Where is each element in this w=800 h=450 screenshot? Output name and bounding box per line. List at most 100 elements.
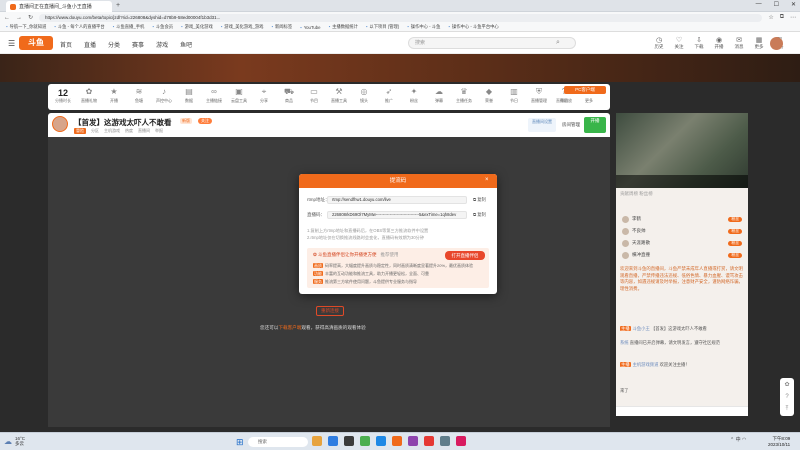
toolbar-item[interactable]: ⚒ 直播工具 (328, 87, 350, 104)
edge-icon[interactable] (328, 436, 338, 446)
go-live-button[interactable]: 开播 (584, 117, 606, 133)
bookmark-item[interactable]: 以下项目 (管理) (366, 24, 399, 30)
open-companion-button[interactable]: 打开直播伴侣 (445, 251, 485, 260)
nav-item[interactable]: 直播 (84, 40, 96, 49)
close-window-icon[interactable]: ✕ (791, 1, 796, 8)
start-icon[interactable]: ⊞ (236, 437, 244, 448)
help-icon[interactable]: ? (785, 394, 788, 400)
bookmark-item[interactable]: 操作中心 - 斗鱼平台中心 (448, 24, 499, 30)
rank-item[interactable]: 不良帅 粉丝 (622, 226, 742, 236)
toolbar-item[interactable]: ♪ 声控中心 (153, 87, 175, 104)
follow-badge[interactable]: 关注 (198, 118, 212, 124)
browser-tab[interactable]: 直播间正在直播间_斗鱼小王直播 (6, 1, 112, 12)
chat-input[interactable] (616, 406, 748, 416)
stream-meta-item[interactable]: 热度 (125, 128, 133, 134)
reload-icon[interactable]: ↻ (28, 14, 33, 21)
back-icon[interactable]: ← (4, 15, 10, 21)
app-icon[interactable] (456, 436, 466, 446)
nav-item[interactable]: 游戏 (156, 40, 168, 49)
forward-icon[interactable]: → (16, 15, 22, 21)
live-button[interactable]: ◉ 开播 (712, 36, 726, 50)
edit-badge[interactable]: 新版 (180, 118, 192, 124)
rank-item[interactable]: 李鹤 粉丝 (622, 214, 742, 224)
download-button[interactable]: ⇩ 下载 (692, 36, 706, 50)
rank-header[interactable]: 贡献周榜 粉丝榜 (620, 191, 653, 197)
stream-key-field[interactable]: 226808rkD69Ol7MyMw----------------------… (327, 211, 467, 219)
stream-meta-item[interactable]: 分区 (91, 128, 99, 134)
bookmark-item[interactable]: 游戏_美化游戏_游戏 (221, 24, 263, 30)
search-icon[interactable]: ⌕ (556, 39, 560, 47)
bookmark-item[interactable]: YouTube (300, 25, 321, 30)
settings-icon[interactable] (440, 436, 450, 446)
nav-item[interactable]: 赛事 (132, 40, 144, 49)
close-icon[interactable]: × (485, 177, 489, 183)
extensions-icon[interactable]: ⧉ (780, 14, 784, 21)
minimize-icon[interactable]: — (756, 1, 762, 8)
bookmark-item[interactable]: 新闻标签 (271, 24, 292, 30)
stream-meta-item[interactable]: 举报 (155, 128, 163, 134)
toolbar-item[interactable]: ⛟ 商品 (278, 87, 300, 104)
follow-button[interactable]: ♡ 关注 (672, 36, 686, 50)
room-manage-button[interactable]: 房间管理 (560, 118, 582, 132)
weather-widget[interactable]: ☁ 16°C 多云 (4, 436, 25, 446)
streamer-avatar[interactable] (52, 116, 68, 132)
maximize-icon[interactable]: ☐ (774, 1, 779, 8)
toolbar-item[interactable]: ⌖ 分享 (253, 87, 275, 104)
bookmark-item[interactable]: 斗鱼会员 (152, 24, 173, 30)
explorer-icon[interactable] (312, 436, 322, 446)
nav-item[interactable]: 首页 (60, 40, 72, 49)
toolbar-item[interactable]: ★ 开播 (103, 87, 125, 104)
system-tray[interactable]: ⌃ 中 ◠ (730, 436, 746, 443)
wifi-icon[interactable]: ◠ (742, 437, 746, 443)
back-to-top-icon[interactable]: ⤒ (786, 406, 789, 413)
chat-user[interactable]: 主机游戏频道 (633, 362, 659, 367)
bookmark-item[interactable]: 主播数据统计 (329, 24, 358, 30)
copy-key-button[interactable]: ⧉ 复制 (473, 212, 486, 218)
chevron-up-icon[interactable]: ⌃ (730, 437, 734, 443)
clock[interactable]: 下午8:09 2023/10/11 (768, 436, 790, 447)
chat-user[interactable]: 斗鱼小王 (633, 326, 650, 331)
rank-item[interactable]: 天涯路散 粉丝 (622, 238, 742, 248)
bookmark-item[interactable]: 游戏_美化游戏 (181, 24, 213, 30)
hamburger-icon[interactable]: ☰ (8, 39, 15, 48)
room-settings-button[interactable]: 直播间设置 (528, 118, 556, 132)
toolbar-item[interactable]: ♛ 主播任务 (453, 87, 475, 104)
chat-user[interactable]: 系统 (620, 340, 629, 345)
download-client-link[interactable]: 下载客户端 (278, 325, 301, 330)
toolbar-item[interactable]: ▥ 节日 (503, 87, 525, 104)
bookmark-item[interactable]: 斗鱼直播_手机 (113, 24, 144, 30)
toolbar-item[interactable]: ◆ 荣誉 (478, 87, 500, 104)
toolbar-item[interactable]: ➶ 推广 (378, 87, 400, 104)
nav-item[interactable]: 鱼吧 (180, 40, 192, 49)
replay-link[interactable]: 直播回放 (556, 98, 572, 104)
terminal-icon[interactable] (344, 436, 354, 446)
url-input[interactable]: https://www.douyu.com/beta/topic/jzdl?ri… (39, 13, 763, 22)
bookmark-item[interactable]: 导航一下_你就知道 (6, 24, 47, 30)
rank-item[interactable]: 横冲直撞 粉丝 (622, 250, 742, 260)
stream-meta-item[interactable]: 主机游戏 (104, 128, 120, 134)
nav-item[interactable]: 分类 (108, 40, 120, 49)
bookmark-item[interactable]: 斗鱼 - 每个人的直播平台 (54, 24, 105, 30)
star-icon[interactable]: ☆ (768, 14, 773, 21)
obs-icon[interactable] (424, 436, 434, 446)
grid-button[interactable]: ▦ 更多 (752, 36, 766, 50)
toolbar-item[interactable]: ⛨ 直播管理 (528, 87, 550, 104)
menu-dots-icon[interactable]: ⋯ (790, 14, 796, 21)
site-logo[interactable]: 斗鱼 (19, 36, 53, 50)
history-button[interactable]: ◷ 历史 (652, 36, 666, 50)
rtmp-field[interactable]: rtmp://sendfhw1.douyu.com/live (327, 196, 467, 204)
avatar[interactable] (770, 37, 783, 50)
pc-client-button[interactable]: PC客户端 (564, 86, 606, 94)
toolbar-item[interactable]: ▣ 云盘工具 (228, 87, 250, 104)
toolbar-item[interactable]: ≋ 鱼塘 (128, 87, 150, 104)
media-icon[interactable] (408, 436, 418, 446)
ime-indicator[interactable]: 中 (736, 437, 741, 443)
toolbar-item[interactable]: ✦ 粉丝 (403, 87, 425, 104)
reconnect-button[interactable]: 重新连接 (316, 306, 344, 316)
new-tab-icon[interactable]: + (116, 2, 120, 9)
gift-icon[interactable]: ✿ (784, 381, 789, 388)
stream-meta-item[interactable]: 冒险 (74, 128, 86, 134)
toolbar-item[interactable]: ▭ 节目 (303, 87, 325, 104)
chrome-icon[interactable] (360, 436, 370, 446)
message-button[interactable]: ✉ 消息 (732, 36, 746, 50)
